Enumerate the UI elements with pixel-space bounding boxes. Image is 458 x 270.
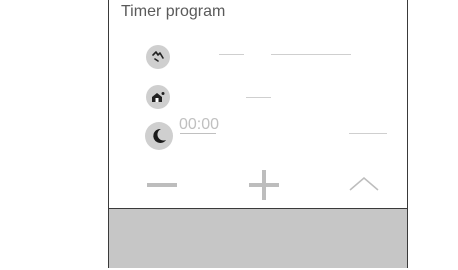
time-underline <box>180 133 216 134</box>
home-person-icon[interactable] <box>146 85 170 109</box>
timeline-segment <box>219 54 244 55</box>
page-title: Timer program <box>121 3 226 20</box>
home-person-glyph <box>152 92 165 102</box>
timeline-segment <box>246 97 271 98</box>
increase-button[interactable] <box>247 169 281 201</box>
chevron-up-icon <box>349 177 379 191</box>
time-value[interactable]: 00:00 <box>179 116 219 134</box>
moon-night-icon[interactable] <box>145 122 173 150</box>
timeline-segment <box>349 133 387 134</box>
moon-glyph <box>153 128 166 143</box>
comfort-temperature-icon[interactable] <box>146 45 170 69</box>
comfort-temperature-glyph <box>152 51 164 62</box>
minus-icon <box>147 183 177 187</box>
collapse-button[interactable] <box>347 174 381 194</box>
timeline-segment <box>271 54 351 55</box>
footer-bar <box>109 208 407 268</box>
plus-icon <box>249 170 279 200</box>
timer-program-panel: Timer program 00:00 <box>108 0 408 268</box>
decrease-button[interactable] <box>145 178 179 192</box>
